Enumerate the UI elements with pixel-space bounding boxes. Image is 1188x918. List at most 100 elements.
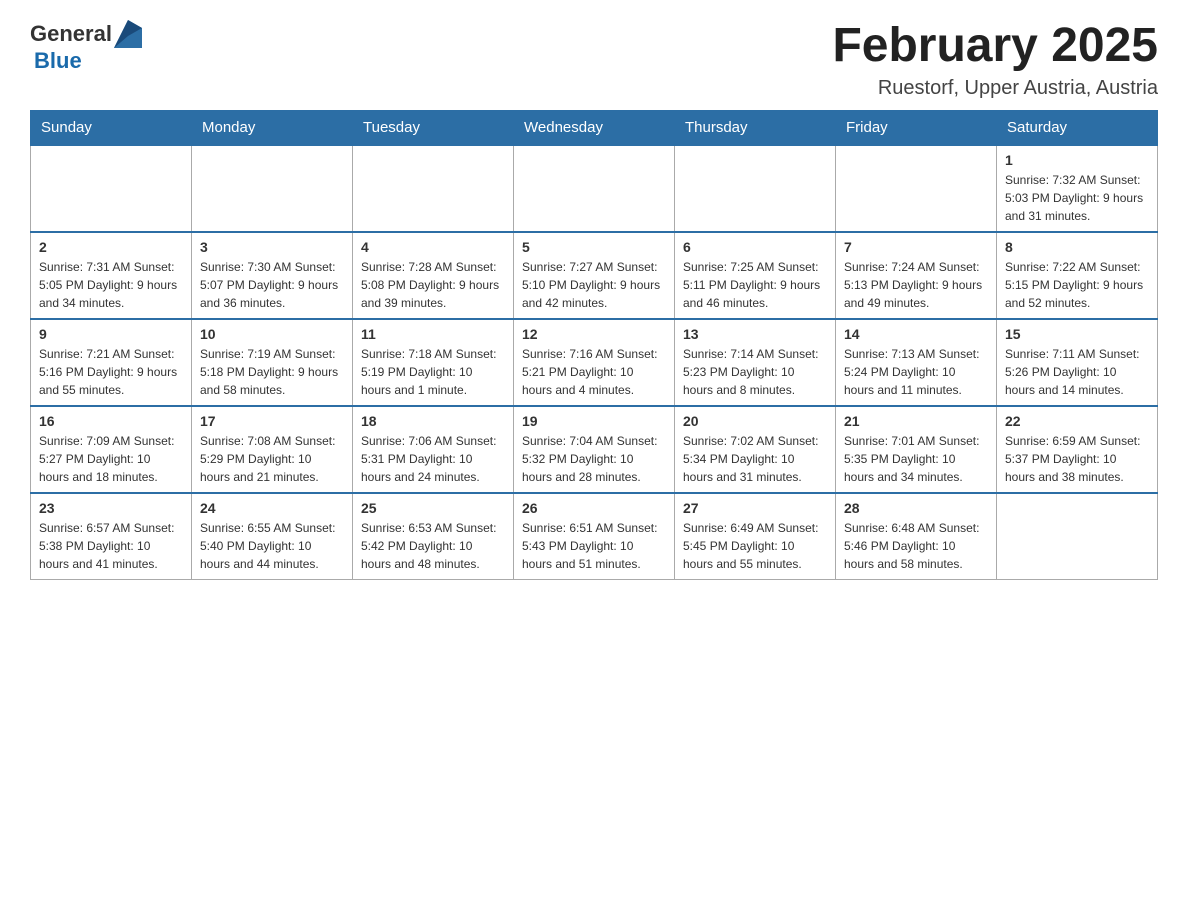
calendar-cell: 10 Sunrise: 7:19 AM Sunset: 5:18 PM Dayli… <box>192 319 353 406</box>
day-info: Sunrise: 7:16 AM Sunset: 5:21 PM Dayligh… <box>522 345 666 399</box>
calendar-cell: 28 Sunrise: 6:48 AM Sunset: 5:46 PM Dayli… <box>836 493 997 580</box>
location-text: Ruestorf, Upper Austria, Austria <box>832 77 1158 100</box>
day-number: 17 <box>200 413 344 429</box>
day-number: 16 <box>39 413 183 429</box>
weekday-header-sunday: Sunday <box>31 110 192 145</box>
calendar-cell: 21 Sunrise: 7:01 AM Sunset: 5:35 PM Dayli… <box>836 406 997 493</box>
calendar-cell: 20Sunrise: 7:02 AM Sunset: 5:34 PM Dayli… <box>675 406 836 493</box>
weekday-header-saturday: Saturday <box>997 110 1158 145</box>
calendar-cell: 19 Sunrise: 7:04 AM Sunset: 5:32 PM Dayli… <box>514 406 675 493</box>
calendar-cell: 7Sunrise: 7:24 AM Sunset: 5:13 PM Daylig… <box>836 232 997 319</box>
day-number: 23 <box>39 500 183 516</box>
day-info: Sunrise: 7:11 AM Sunset: 5:26 PM Dayligh… <box>1005 345 1149 399</box>
day-number: 10 <box>200 326 344 342</box>
weekday-header-wednesday: Wednesday <box>514 110 675 145</box>
calendar-cell: 26 Sunrise: 6:51 AM Sunset: 5:43 PM Dayli… <box>514 493 675 580</box>
day-number: 25 <box>361 500 505 516</box>
weekday-header-thursday: Thursday <box>675 110 836 145</box>
calendar-cell: 14Sunrise: 7:13 AM Sunset: 5:24 PM Dayli… <box>836 319 997 406</box>
calendar-cell: 24 Sunrise: 6:55 AM Sunset: 5:40 PM Dayli… <box>192 493 353 580</box>
calendar-cell: 2 Sunrise: 7:31 AM Sunset: 5:05 PM Daylig… <box>31 232 192 319</box>
day-number: 19 <box>522 413 666 429</box>
calendar-cell: 22 Sunrise: 6:59 AM Sunset: 5:37 PM Dayli… <box>997 406 1158 493</box>
day-info: Sunrise: 6:51 AM Sunset: 5:43 PM Dayligh… <box>522 519 666 573</box>
day-info: Sunrise: 7:04 AM Sunset: 5:32 PM Dayligh… <box>522 432 666 486</box>
day-number: 3 <box>200 239 344 255</box>
calendar-cell: 27 Sunrise: 6:49 AM Sunset: 5:45 PM Dayli… <box>675 493 836 580</box>
day-number: 6 <box>683 239 827 255</box>
day-number: 2 <box>39 239 183 255</box>
day-info: Sunrise: 7:21 AM Sunset: 5:16 PM Dayligh… <box>39 345 183 399</box>
calendar-cell: 6 Sunrise: 7:25 AM Sunset: 5:11 PM Daylig… <box>675 232 836 319</box>
day-number: 13 <box>683 326 827 342</box>
day-number: 21 <box>844 413 988 429</box>
calendar-cell: 1 Sunrise: 7:32 AM Sunset: 5:03 PM Daylig… <box>997 145 1158 232</box>
day-number: 11 <box>361 326 505 342</box>
day-info: Sunrise: 6:53 AM Sunset: 5:42 PM Dayligh… <box>361 519 505 573</box>
day-number: 22 <box>1005 413 1149 429</box>
calendar-cell <box>675 145 836 232</box>
day-info: Sunrise: 7:01 AM Sunset: 5:35 PM Dayligh… <box>844 432 988 486</box>
day-info: Sunrise: 6:59 AM Sunset: 5:37 PM Dayligh… <box>1005 432 1149 486</box>
day-info: Sunrise: 7:27 AM Sunset: 5:10 PM Dayligh… <box>522 258 666 312</box>
calendar-cell: 8 Sunrise: 7:22 AM Sunset: 5:15 PM Daylig… <box>997 232 1158 319</box>
day-number: 12 <box>522 326 666 342</box>
calendar-week-row: 23 Sunrise: 6:57 AM Sunset: 5:38 PM Dayli… <box>31 493 1158 580</box>
day-info: Sunrise: 7:32 AM Sunset: 5:03 PM Dayligh… <box>1005 171 1149 225</box>
day-number: 15 <box>1005 326 1149 342</box>
day-number: 8 <box>1005 239 1149 255</box>
calendar-cell: 17Sunrise: 7:08 AM Sunset: 5:29 PM Dayli… <box>192 406 353 493</box>
day-info: Sunrise: 7:13 AM Sunset: 5:24 PM Dayligh… <box>844 345 988 399</box>
calendar-cell <box>192 145 353 232</box>
page-header: General Blue February 2025 Ruestorf, Upp… <box>30 20 1158 100</box>
calendar-cell: 9 Sunrise: 7:21 AM Sunset: 5:16 PM Daylig… <box>31 319 192 406</box>
calendar-cell: 16 Sunrise: 7:09 AM Sunset: 5:27 PM Dayli… <box>31 406 192 493</box>
day-number: 26 <box>522 500 666 516</box>
day-info: Sunrise: 6:55 AM Sunset: 5:40 PM Dayligh… <box>200 519 344 573</box>
calendar-cell: 12 Sunrise: 7:16 AM Sunset: 5:21 PM Dayli… <box>514 319 675 406</box>
calendar-cell <box>997 493 1158 580</box>
day-info: Sunrise: 7:30 AM Sunset: 5:07 PM Dayligh… <box>200 258 344 312</box>
logo: General Blue <box>30 20 142 74</box>
day-number: 18 <box>361 413 505 429</box>
calendar-cell: 18 Sunrise: 7:06 AM Sunset: 5:31 PM Dayli… <box>353 406 514 493</box>
title-section: February 2025 Ruestorf, Upper Austria, A… <box>832 20 1158 100</box>
weekday-header-monday: Monday <box>192 110 353 145</box>
calendar-cell: 25 Sunrise: 6:53 AM Sunset: 5:42 PM Dayli… <box>353 493 514 580</box>
day-number: 7 <box>844 239 988 255</box>
day-number: 1 <box>1005 152 1149 168</box>
day-info: Sunrise: 7:09 AM Sunset: 5:27 PM Dayligh… <box>39 432 183 486</box>
day-number: 20 <box>683 413 827 429</box>
day-info: Sunrise: 7:25 AM Sunset: 5:11 PM Dayligh… <box>683 258 827 312</box>
calendar-cell: 23 Sunrise: 6:57 AM Sunset: 5:38 PM Dayli… <box>31 493 192 580</box>
calendar-cell: 11 Sunrise: 7:18 AM Sunset: 5:19 PM Dayli… <box>353 319 514 406</box>
calendar-week-row: 1 Sunrise: 7:32 AM Sunset: 5:03 PM Daylig… <box>31 145 1158 232</box>
day-info: Sunrise: 7:06 AM Sunset: 5:31 PM Dayligh… <box>361 432 505 486</box>
day-number: 4 <box>361 239 505 255</box>
day-info: Sunrise: 7:31 AM Sunset: 5:05 PM Dayligh… <box>39 258 183 312</box>
calendar-cell: 3 Sunrise: 7:30 AM Sunset: 5:07 PM Daylig… <box>192 232 353 319</box>
weekday-header-tuesday: Tuesday <box>353 110 514 145</box>
day-info: Sunrise: 6:49 AM Sunset: 5:45 PM Dayligh… <box>683 519 827 573</box>
month-title: February 2025 <box>832 20 1158 73</box>
day-number: 5 <box>522 239 666 255</box>
logo-icon <box>114 20 142 48</box>
calendar-table: SundayMondayTuesdayWednesdayThursdayFrid… <box>30 110 1158 580</box>
day-info: Sunrise: 6:57 AM Sunset: 5:38 PM Dayligh… <box>39 519 183 573</box>
calendar-cell: 13Sunrise: 7:14 AM Sunset: 5:23 PM Dayli… <box>675 319 836 406</box>
day-info: Sunrise: 7:22 AM Sunset: 5:15 PM Dayligh… <box>1005 258 1149 312</box>
day-info: Sunrise: 7:18 AM Sunset: 5:19 PM Dayligh… <box>361 345 505 399</box>
calendar-week-row: 16 Sunrise: 7:09 AM Sunset: 5:27 PM Dayli… <box>31 406 1158 493</box>
day-info: Sunrise: 7:19 AM Sunset: 5:18 PM Dayligh… <box>200 345 344 399</box>
day-number: 24 <box>200 500 344 516</box>
day-info: Sunrise: 6:48 AM Sunset: 5:46 PM Dayligh… <box>844 519 988 573</box>
calendar-cell: 15 Sunrise: 7:11 AM Sunset: 5:26 PM Dayli… <box>997 319 1158 406</box>
calendar-cell <box>514 145 675 232</box>
day-number: 27 <box>683 500 827 516</box>
day-number: 9 <box>39 326 183 342</box>
calendar-cell: 4Sunrise: 7:28 AM Sunset: 5:08 PM Daylig… <box>353 232 514 319</box>
weekday-header-friday: Friday <box>836 110 997 145</box>
calendar-cell <box>353 145 514 232</box>
calendar-cell: 5 Sunrise: 7:27 AM Sunset: 5:10 PM Daylig… <box>514 232 675 319</box>
day-number: 28 <box>844 500 988 516</box>
